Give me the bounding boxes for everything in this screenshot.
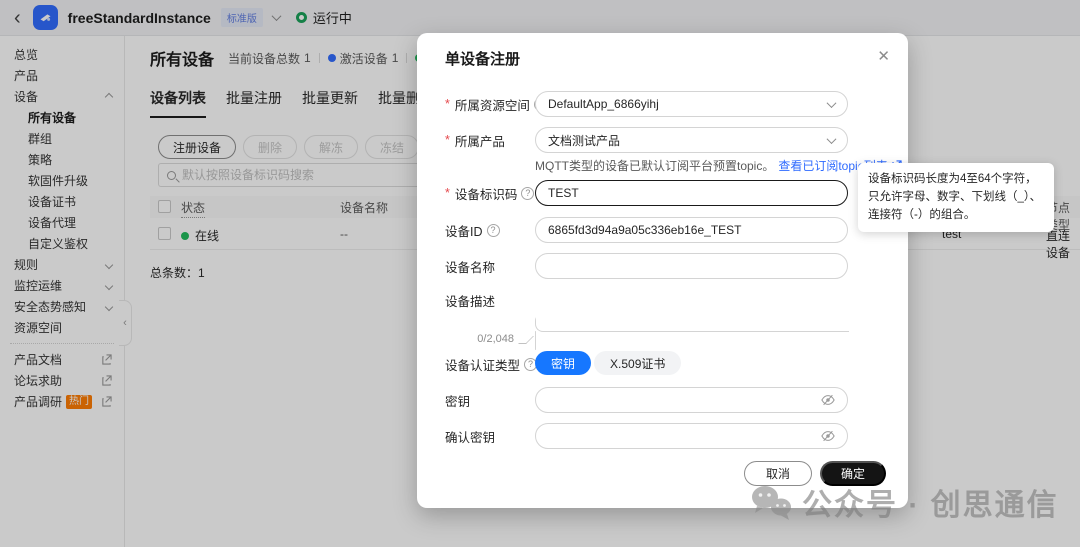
secret-field[interactable] [535, 387, 848, 413]
auth-x509-option[interactable]: X.509证书 [594, 351, 682, 375]
device-id-label: 设备ID [445, 224, 483, 239]
auth-type-toggle: 密钥 X.509证书 [535, 351, 848, 375]
eye-off-icon[interactable] [821, 429, 835, 443]
device-name-field[interactable] [535, 253, 848, 279]
confirm-secret-field[interactable] [535, 423, 848, 449]
chevron-down-icon [826, 133, 837, 144]
device-name-input[interactable] [548, 259, 835, 273]
confirm-secret-label: 确认密钥 [445, 430, 496, 445]
required-asterisk: * [445, 97, 450, 111]
char-counter: 0/2,048 [477, 333, 514, 345]
confirm-secret-input[interactable] [548, 429, 815, 443]
device-id-input[interactable] [548, 223, 835, 237]
confirm-button[interactable]: 确定 [820, 461, 886, 486]
eye-off-icon[interactable] [821, 393, 835, 407]
resize-handle-icon[interactable] [518, 336, 534, 344]
device-name-label: 设备名称 [445, 260, 496, 275]
cancel-button[interactable]: 取消 [744, 461, 812, 486]
required-asterisk: * [445, 133, 450, 147]
help-icon[interactable]: ? [521, 186, 535, 200]
resource-space-label: 所属资源空间 [454, 98, 530, 113]
chevron-down-icon [826, 97, 837, 108]
device-code-field[interactable] [535, 180, 848, 206]
secret-label: 密钥 [445, 394, 471, 409]
auth-secret-option[interactable]: 密钥 [535, 351, 592, 375]
product-label: 所属产品 [454, 134, 505, 149]
resource-space-select[interactable]: DefaultApp_6866yihj [535, 91, 848, 117]
mqtt-topic-hint: MQTT类型的设备已默认订阅平台预置topic。 查看已订阅topic列表 [535, 157, 902, 174]
mqtt-hint-text: MQTT类型的设备已默认订阅平台预置topic。 [535, 159, 775, 173]
device-desc-textarea[interactable] [536, 287, 849, 327]
device-code-tooltip: 设备标识码长度为4至64个字符，只允许字母、数字、下划线（_）、连接符（-）的组… [858, 163, 1054, 233]
product-value: 文档测试产品 [548, 133, 621, 148]
required-asterisk: * [445, 186, 450, 200]
help-icon[interactable]: ? [486, 223, 500, 237]
device-desc-label: 设备描述 [445, 294, 496, 309]
product-select[interactable]: 文档测试产品 [535, 127, 848, 153]
device-desc-field[interactable]: 0/2,048 [477, 287, 849, 350]
single-device-register-dialog: 单设备注册 ✕ * 所属资源空间? DefaultApp_6866yihj * 所属… [417, 33, 908, 508]
secret-input[interactable] [548, 393, 815, 407]
device-code-label: 设备标识码 [454, 187, 518, 202]
device-id-field[interactable] [535, 217, 848, 243]
dialog-title: 单设备注册 [445, 51, 521, 68]
auth-type-label: 设备认证类型 [445, 358, 521, 373]
device-code-input[interactable] [548, 186, 835, 200]
resource-space-value: DefaultApp_6866yihj [548, 97, 659, 111]
close-icon[interactable]: ✕ [875, 45, 892, 67]
